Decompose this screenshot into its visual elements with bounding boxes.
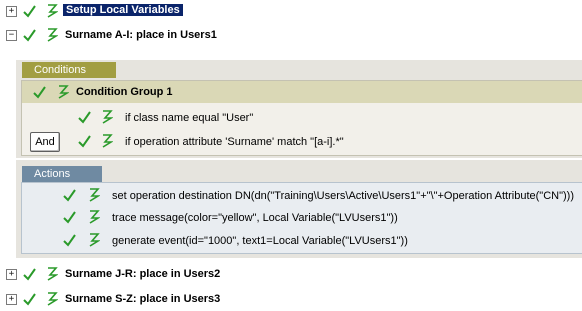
collapse-icon[interactable]: −: [6, 30, 17, 41]
conditions-tab[interactable]: Conditions: [22, 62, 116, 78]
toggle-icon[interactable]: [46, 28, 58, 42]
check-icon[interactable]: [23, 5, 36, 18]
rule-title[interactable]: Surname A-I: place in Users1: [65, 29, 217, 41]
condition-group-title[interactable]: Condition Group 1: [76, 86, 173, 98]
check-icon[interactable]: [23, 29, 36, 42]
toggle-icon[interactable]: [46, 267, 58, 281]
condition-item[interactable]: if class name equal "User": [125, 112, 253, 124]
actions-tab[interactable]: Actions: [22, 166, 102, 182]
action-item[interactable]: trace message(color="yellow", Local Vari…: [112, 212, 398, 224]
check-icon[interactable]: [63, 234, 76, 247]
toggle-icon[interactable]: [46, 4, 58, 18]
toggle-icon[interactable]: [57, 85, 69, 99]
condition-item[interactable]: if operation attribute 'Surname' match "…: [125, 136, 344, 148]
check-icon[interactable]: [78, 135, 91, 148]
check-icon[interactable]: [63, 211, 76, 224]
rule-row-surname-s-z[interactable]: + Surname S-Z: place in Users3: [0, 289, 582, 309]
check-icon[interactable]: [63, 189, 76, 202]
toggle-icon[interactable]: [101, 134, 113, 148]
toggle-icon[interactable]: [88, 188, 100, 202]
rule-row-setup-local-variables[interactable]: + Setup Local Variables: [0, 2, 582, 22]
toggle-icon[interactable]: [88, 210, 100, 224]
and-operator-button[interactable]: And: [30, 132, 60, 152]
check-icon[interactable]: [33, 86, 46, 99]
rule-row-surname-a-i[interactable]: − Surname A-I: place in Users1: [0, 26, 582, 46]
check-icon[interactable]: [23, 293, 36, 306]
action-item[interactable]: set operation destination DN(dn("Trainin…: [112, 190, 574, 202]
rule-row-surname-j-r[interactable]: + Surname J-R: place in Users2: [0, 264, 582, 284]
toggle-icon[interactable]: [101, 110, 113, 124]
expand-icon[interactable]: +: [6, 294, 17, 305]
action-item[interactable]: generate event(id="1000", text1=Local Va…: [112, 235, 408, 247]
rule-title[interactable]: Surname J-R: place in Users2: [65, 268, 220, 280]
rule-title[interactable]: Setup Local Variables: [63, 4, 183, 16]
toggle-icon[interactable]: [88, 233, 100, 247]
check-icon[interactable]: [23, 268, 36, 281]
toggle-icon[interactable]: [46, 292, 58, 306]
rule-title[interactable]: Surname S-Z: place in Users3: [65, 293, 220, 305]
expand-icon[interactable]: +: [6, 269, 17, 280]
expand-icon[interactable]: +: [6, 6, 17, 17]
check-icon[interactable]: [78, 111, 91, 124]
